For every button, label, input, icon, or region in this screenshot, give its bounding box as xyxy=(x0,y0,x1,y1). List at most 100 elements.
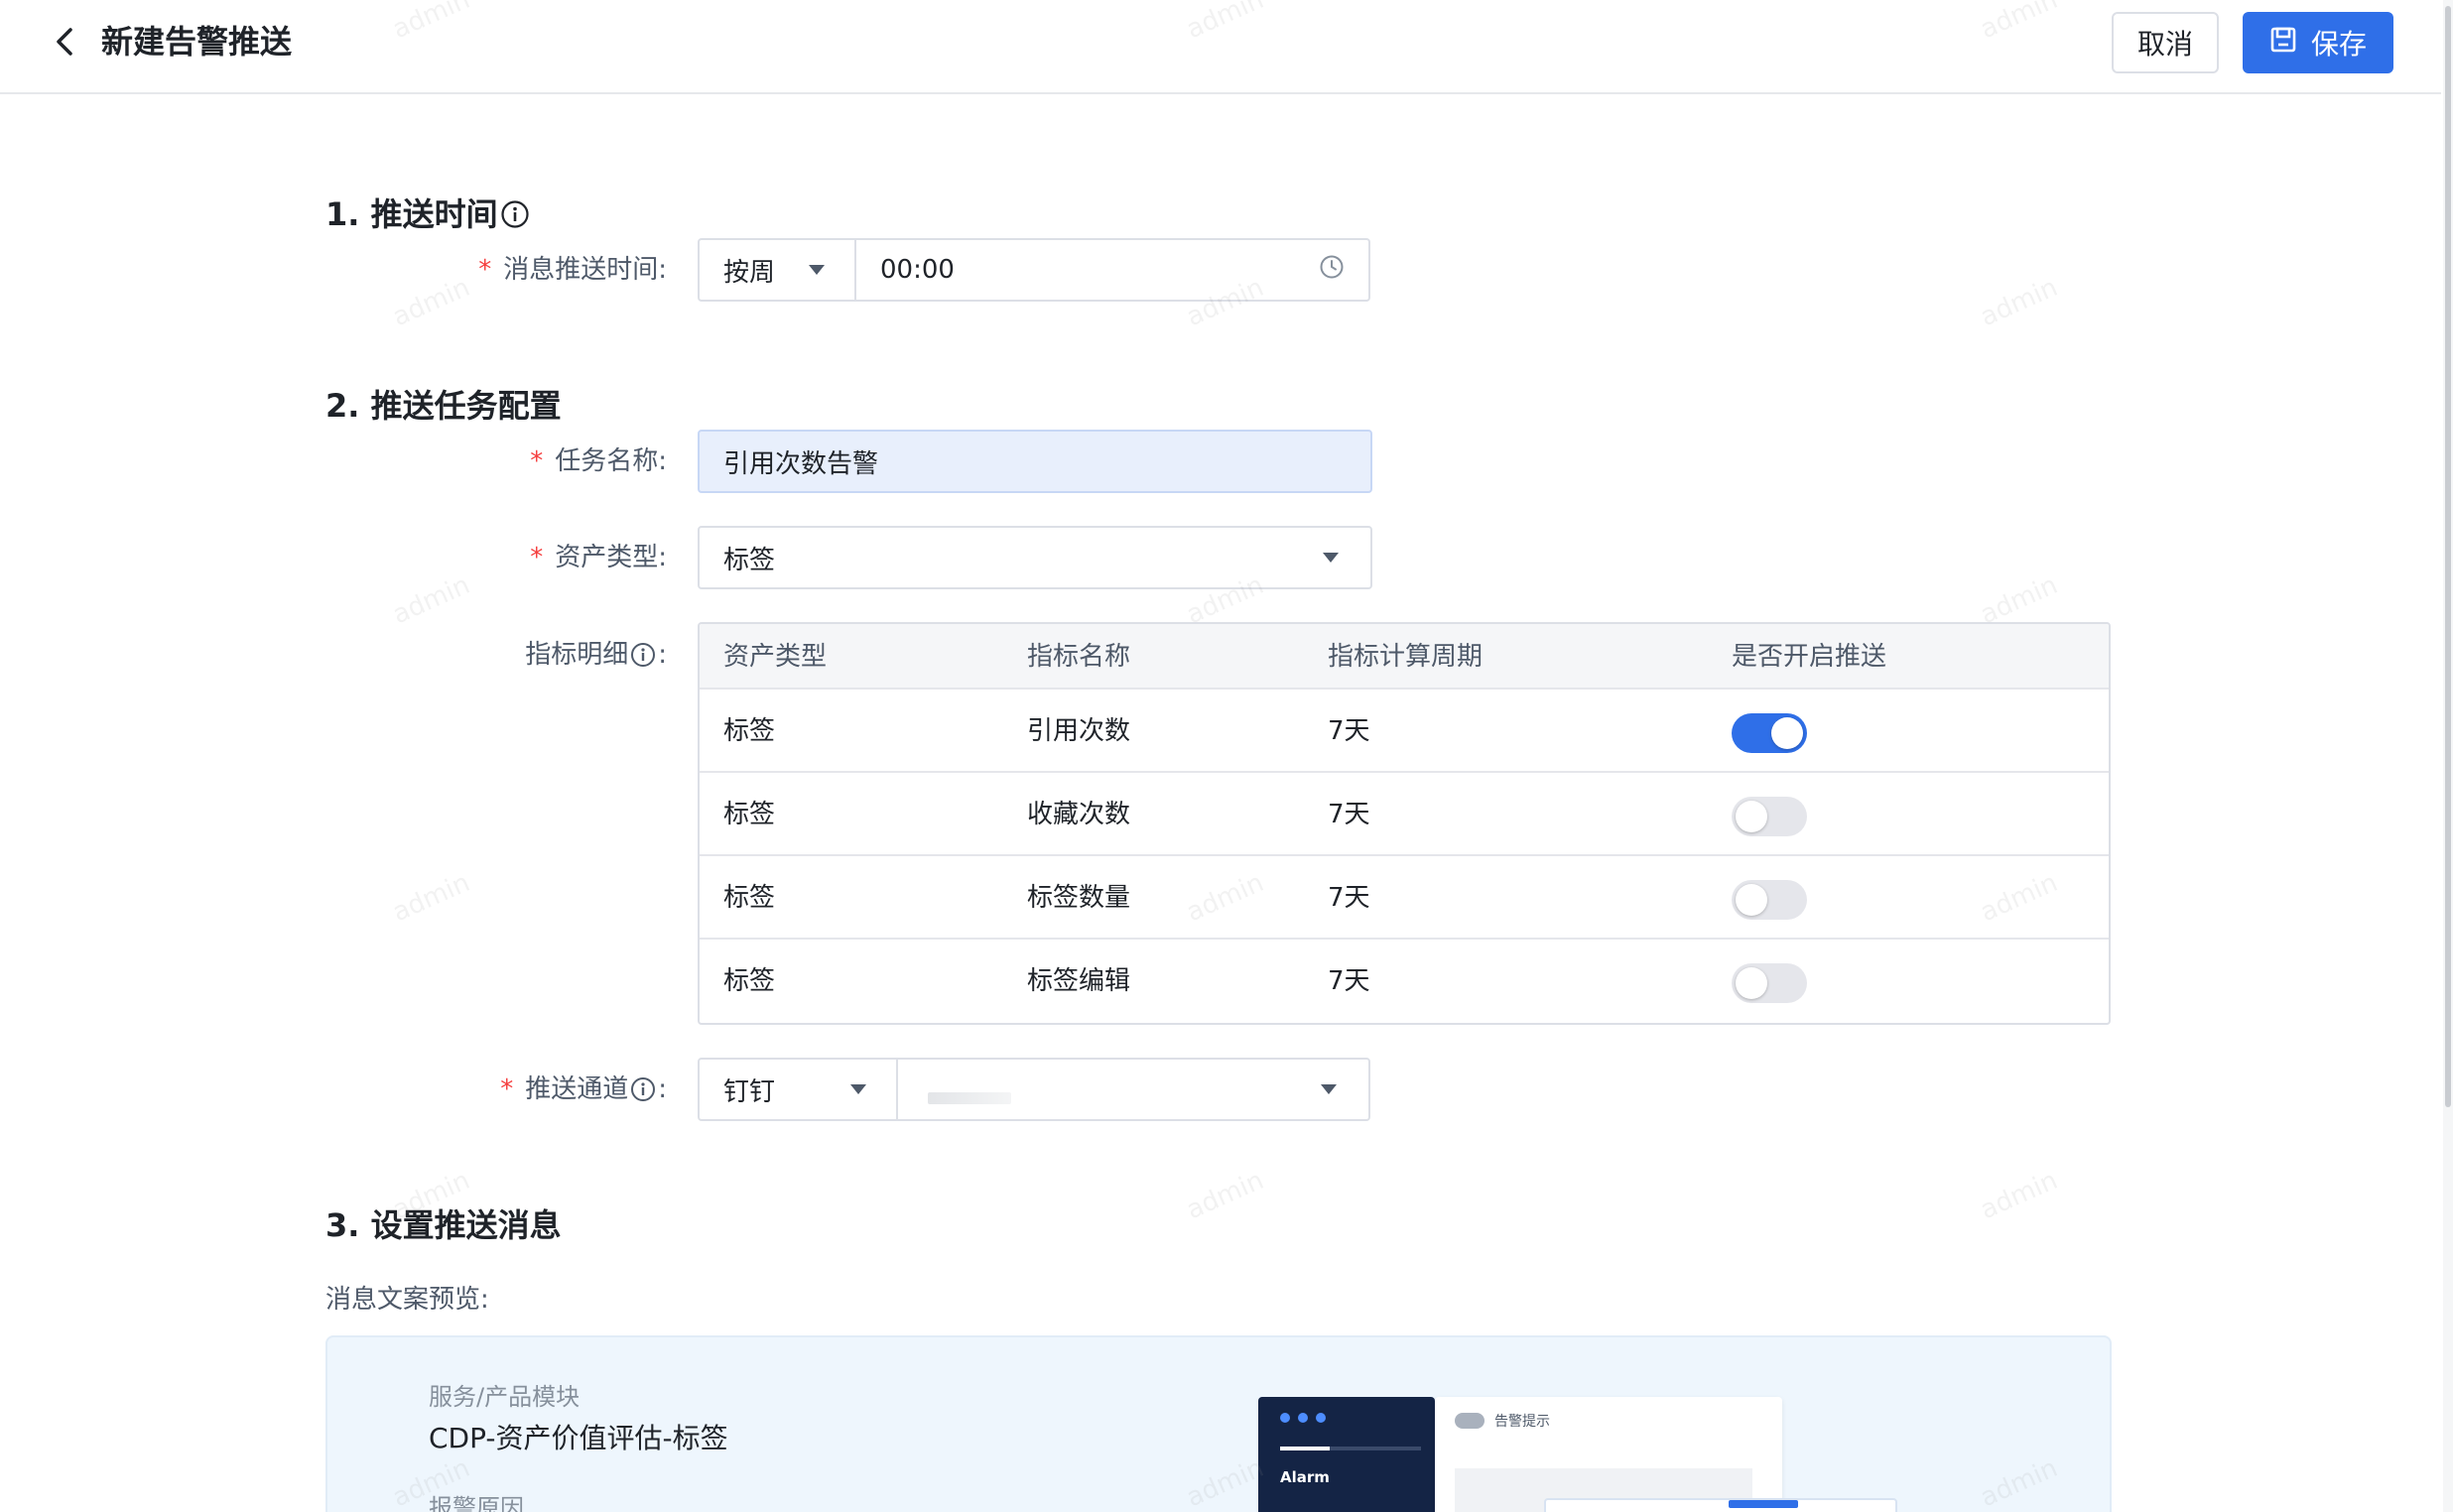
cell-metric-name: 标签数量 xyxy=(1027,883,1131,913)
back-arrow-icon[interactable] xyxy=(46,22,85,62)
save-icon xyxy=(2269,26,2297,61)
section-title-text: 1. 推送时间 xyxy=(325,195,498,233)
asset-type-value: 标签 xyxy=(723,545,776,575)
table-row: 标签 收藏次数 7天 xyxy=(700,773,2109,856)
toggle-knob xyxy=(1771,717,1803,749)
mock-alert-header: 告警提示 xyxy=(1455,1411,1550,1431)
push-toggle[interactable] xyxy=(1732,880,1807,920)
label-text: 资产类型: xyxy=(555,543,667,572)
label-colon: : xyxy=(658,640,667,670)
mock-app-title: Alarm xyxy=(1280,1468,1330,1486)
metric-detail-label: 指标明细 : xyxy=(525,637,667,673)
column-header-metric-name: 指标名称 xyxy=(1027,642,1131,672)
metric-table: 资产类型 指标名称 指标计算周期 是否开启推送 标签 引用次数 7天 标签 收藏… xyxy=(698,622,2111,1025)
service-value: CDP-资产价值评估-标签 xyxy=(429,1422,728,1454)
cell-asset-type: 标签 xyxy=(723,800,776,829)
page-title: 新建告警推送 xyxy=(101,23,293,61)
channel-group: 钉钉 xyxy=(698,1058,1370,1121)
mock-alert-title: 告警提示 xyxy=(1494,1414,1550,1430)
watermark: admin xyxy=(388,569,475,631)
task-name-input[interactable]: 引用次数告警 xyxy=(698,430,1372,493)
preview-label: 消息文案预览: xyxy=(325,1285,489,1315)
column-header-enabled: 是否开启推送 xyxy=(1732,642,1887,672)
task-name-value: 引用次数告警 xyxy=(723,448,879,479)
cancel-button[interactable]: 取消 xyxy=(2112,12,2219,73)
push-time-label: * 消息推送时间: xyxy=(478,252,667,288)
info-icon[interactable] xyxy=(500,199,530,229)
watermark: admin xyxy=(1182,1165,1269,1226)
table-row: 标签 标签编辑 7天 xyxy=(700,940,2109,1023)
required-asterisk: * xyxy=(530,446,544,476)
asset-type-select[interactable]: 标签 xyxy=(698,526,1372,589)
section-push-time-title: 1. 推送时间 xyxy=(325,192,530,236)
asset-type-label: * 资产类型: xyxy=(530,540,667,575)
section-message-title: 3. 设置推送消息 xyxy=(325,1203,562,1247)
chevron-down-icon xyxy=(1323,553,1339,563)
push-time-group: 按周 00:00 xyxy=(698,238,1370,302)
table-header: 资产类型 指标名称 指标计算周期 是否开启推送 xyxy=(700,624,2109,690)
label-text: 推送通道 xyxy=(525,1074,629,1104)
required-asterisk: * xyxy=(530,543,544,572)
cell-period: 7天 xyxy=(1328,800,1370,829)
save-button[interactable]: 保存 xyxy=(2243,12,2393,73)
watermark: admin xyxy=(1976,1165,2063,1226)
reason-label: 报警原因 xyxy=(429,1494,524,1512)
section-title-text: 3. 设置推送消息 xyxy=(325,1206,562,1244)
channel-type-value: 钉钉 xyxy=(723,1076,776,1107)
dot-icon xyxy=(1316,1413,1326,1423)
cell-metric-name: 引用次数 xyxy=(1027,716,1131,746)
frequency-value: 按周 xyxy=(723,257,776,288)
push-toggle[interactable] xyxy=(1732,713,1807,753)
channel-label: * 推送通道 : xyxy=(500,1071,667,1107)
mock-alert-card: 告警提示 xyxy=(1435,1397,1782,1512)
watermark: admin xyxy=(388,272,475,333)
chevron-down-icon xyxy=(809,265,825,275)
cell-period: 7天 xyxy=(1328,883,1370,913)
toggle-knob xyxy=(1736,801,1767,832)
required-asterisk: * xyxy=(500,1074,514,1104)
push-toggle[interactable] xyxy=(1732,797,1807,836)
progress-track xyxy=(1280,1447,1421,1450)
cell-metric-name: 收藏次数 xyxy=(1027,800,1131,829)
mock-popup-button xyxy=(1729,1500,1798,1508)
mock-popup xyxy=(1544,1498,1897,1512)
cell-period: 7天 xyxy=(1328,716,1370,746)
label-text: 指标明细 xyxy=(525,640,629,670)
cell-asset-type: 标签 xyxy=(723,966,776,996)
label-text: 任务名称: xyxy=(555,446,667,476)
clock-icon xyxy=(1319,254,1345,287)
section-task-config-title: 2. 推送任务配置 xyxy=(325,384,562,428)
column-header-asset-type: 资产类型 xyxy=(723,642,828,672)
toggle-knob xyxy=(1736,967,1767,999)
channel-target-select[interactable] xyxy=(898,1060,1368,1119)
service-label: 服务/产品模块 xyxy=(429,1383,581,1411)
info-icon[interactable] xyxy=(630,642,656,668)
section-title-text: 2. 推送任务配置 xyxy=(325,387,562,425)
cell-asset-type: 标签 xyxy=(723,883,776,913)
frequency-select[interactable]: 按周 xyxy=(700,240,856,300)
chevron-down-icon xyxy=(850,1084,866,1094)
cell-period: 7天 xyxy=(1328,966,1370,996)
dot-icon xyxy=(1280,1413,1290,1423)
push-toggle[interactable] xyxy=(1732,963,1807,1003)
dot-icon xyxy=(1298,1413,1308,1423)
watermark: admin xyxy=(388,867,475,929)
save-button-label: 保存 xyxy=(2310,28,2367,61)
chevron-down-icon xyxy=(1321,1084,1337,1094)
time-value: 00:00 xyxy=(880,255,955,285)
table-row: 标签 引用次数 7天 xyxy=(700,690,2109,773)
table-row: 标签 标签数量 7天 xyxy=(700,856,2109,940)
redacted-value xyxy=(928,1092,1011,1104)
progress-fill xyxy=(1280,1447,1330,1450)
cell-asset-type: 标签 xyxy=(723,716,776,746)
page-header: 新建告警推送 取消 保存 xyxy=(0,0,2441,94)
scrollbar-thumb[interactable] xyxy=(2445,6,2451,1107)
mock-app-window: Alarm xyxy=(1258,1397,1435,1512)
time-picker[interactable]: 00:00 xyxy=(856,240,1368,300)
info-icon[interactable] xyxy=(630,1076,656,1102)
task-name-label: * 任务名称: xyxy=(530,443,667,479)
toggle-knob xyxy=(1736,884,1767,916)
channel-type-select[interactable]: 钉钉 xyxy=(700,1060,898,1119)
cell-metric-name: 标签编辑 xyxy=(1027,966,1131,996)
label-text: 消息推送时间: xyxy=(503,255,667,285)
